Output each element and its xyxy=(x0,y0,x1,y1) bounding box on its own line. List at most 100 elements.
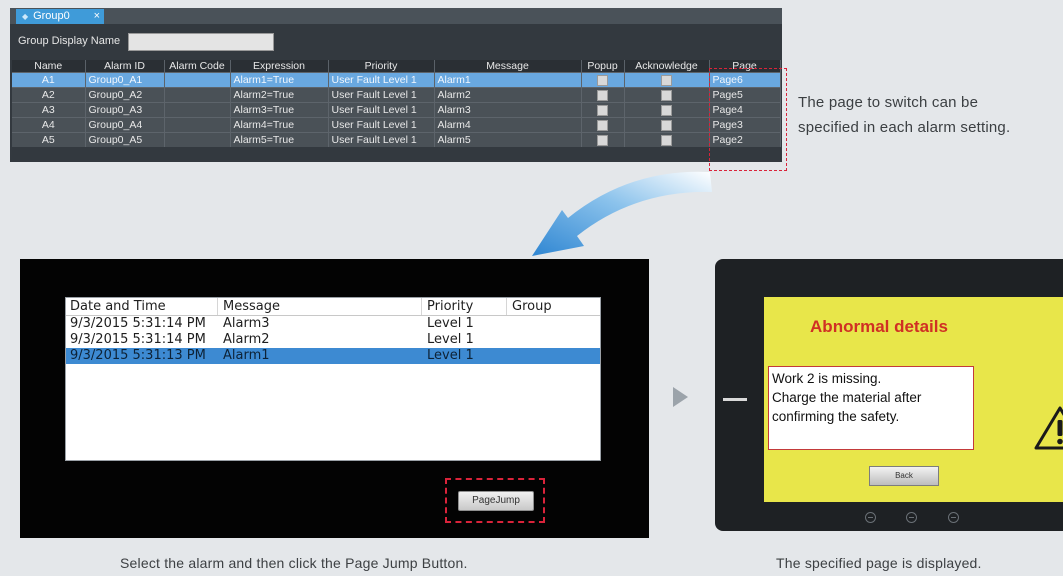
cell-popup xyxy=(581,117,625,133)
cell-message[interactable]: Alarm4 xyxy=(434,117,582,133)
acknowledge-checkbox[interactable] xyxy=(661,89,672,101)
message-line-3: confirming the safety. xyxy=(772,409,900,424)
col-priority[interactable]: Priority xyxy=(328,60,435,73)
alarm-settings-table: Name Alarm ID Alarm Code Expression Prio… xyxy=(12,60,781,147)
device-buttons xyxy=(865,510,985,528)
cell-priority[interactable]: User Fault Level 1 xyxy=(328,87,435,103)
cell-expression[interactable]: Alarm4=True xyxy=(230,117,329,133)
col-message[interactable]: Message xyxy=(434,60,582,73)
alarm-list: Date and Time Message Priority Group 9/3… xyxy=(65,297,601,461)
curved-arrow-icon xyxy=(532,171,712,256)
cell-acknowledge xyxy=(624,87,710,103)
cell-alarm-id[interactable]: Group0_A3 xyxy=(85,102,165,118)
page-jump-button[interactable]: PageJump xyxy=(458,491,534,511)
cell-message[interactable]: Alarm1 xyxy=(434,72,582,88)
cell-alarm-code[interactable] xyxy=(164,72,231,88)
cell-name[interactable]: A2 xyxy=(12,87,86,103)
acknowledge-checkbox[interactable] xyxy=(661,134,672,146)
acknowledge-checkbox[interactable] xyxy=(661,74,672,86)
col-alarm-code[interactable]: Alarm Code xyxy=(164,60,231,73)
list-item[interactable]: 9/3/2015 5:31:14 PM Alarm2 Level 1 xyxy=(66,332,600,348)
list-item[interactable]: 9/3/2015 5:31:13 PM Alarm1 Level 1 xyxy=(66,348,600,364)
cell-alarm-code[interactable] xyxy=(164,102,231,118)
popup-checkbox[interactable] xyxy=(597,134,608,146)
cell-popup xyxy=(581,72,625,88)
cell-alarm-code[interactable] xyxy=(164,87,231,103)
cell-alarm-id[interactable]: Group0_A5 xyxy=(85,132,165,147)
device-button-2[interactable] xyxy=(906,512,918,523)
page-title: Abnormal details xyxy=(810,317,948,336)
message-line-1: Work 2 is missing. xyxy=(772,371,882,386)
tab-bar: ◆ Group0 × xyxy=(10,8,782,24)
table-row[interactable]: A2 Group0_A2 Alarm2=True User Fault Leve… xyxy=(12,87,781,103)
acknowledge-checkbox[interactable] xyxy=(661,104,672,116)
hmi-device: Abnormal details Work 2 is missing. Char… xyxy=(715,259,1063,531)
col-group[interactable]: Group xyxy=(512,298,552,315)
cell-alarm-id[interactable]: Group0_A2 xyxy=(85,87,165,103)
group-display-input[interactable] xyxy=(128,33,274,51)
popup-checkbox[interactable] xyxy=(597,119,608,131)
alarm-editor-panel: ◆ Group0 × Group Display Name Name Alarm… xyxy=(10,8,782,162)
col-alarm-id[interactable]: Alarm ID xyxy=(85,60,165,73)
popup-checkbox[interactable] xyxy=(597,74,608,86)
cell-acknowledge xyxy=(624,102,710,118)
group-display-row: Group Display Name xyxy=(10,30,782,52)
cell-message[interactable]: Alarm2 xyxy=(434,87,582,103)
col-expression[interactable]: Expression xyxy=(230,60,329,73)
status-led xyxy=(723,398,747,401)
col-message[interactable]: Message xyxy=(223,298,280,315)
table-row[interactable]: A3 Group0_A3 Alarm3=True User Fault Leve… xyxy=(12,102,781,118)
cell-expression[interactable]: Alarm5=True xyxy=(230,132,329,147)
cell-popup xyxy=(581,87,625,103)
cell-acknowledge xyxy=(624,117,710,133)
cell-expression[interactable]: Alarm3=True xyxy=(230,102,329,118)
popup-checkbox[interactable] xyxy=(597,104,608,116)
cell-priority[interactable]: User Fault Level 1 xyxy=(328,72,435,88)
device-button-3[interactable] xyxy=(947,512,959,523)
abnormal-message-box: Work 2 is missing. Charge the material a… xyxy=(768,366,974,450)
col-acknowledge[interactable]: Acknowledge xyxy=(624,60,710,73)
alarm-list-header: Date and Time Message Priority Group xyxy=(66,298,600,316)
alarm-message: Alarm1 xyxy=(223,348,270,363)
cell-alarm-code[interactable] xyxy=(164,132,231,147)
cell-priority[interactable]: User Fault Level 1 xyxy=(328,132,435,147)
tab-label: Group0 xyxy=(33,10,70,22)
cell-name[interactable]: A5 xyxy=(12,132,86,147)
col-date-time[interactable]: Date and Time xyxy=(70,298,166,315)
annotation-line-2: specified in each alarm setting. xyxy=(798,119,1011,136)
cell-alarm-id[interactable]: Group0_A1 xyxy=(85,72,165,88)
col-popup[interactable]: Popup xyxy=(581,60,625,73)
table-row[interactable]: A4 Group0_A4 Alarm4=True User Fault Leve… xyxy=(12,117,781,133)
cell-expression[interactable]: Alarm2=True xyxy=(230,87,329,103)
device-screen: Abnormal details Work 2 is missing. Char… xyxy=(764,297,1063,502)
tab-group0[interactable]: ◆ Group0 × xyxy=(16,9,104,24)
cell-message[interactable]: Alarm5 xyxy=(434,132,582,147)
cell-name[interactable]: A4 xyxy=(12,117,86,133)
cell-name[interactable]: A1 xyxy=(12,72,86,88)
col-name[interactable]: Name xyxy=(12,60,86,73)
alarm-priority: Level 1 xyxy=(427,316,474,331)
cell-priority[interactable]: User Fault Level 1 xyxy=(328,117,435,133)
table-row[interactable]: A5 Group0_A5 Alarm5=True User Fault Leve… xyxy=(12,132,781,147)
cell-priority[interactable]: User Fault Level 1 xyxy=(328,102,435,118)
tab-pin-icon: ◆ xyxy=(22,12,29,21)
cell-message[interactable]: Alarm3 xyxy=(434,102,582,118)
back-button[interactable]: Back xyxy=(869,466,939,486)
table-row[interactable]: A1 Group0_A1 Alarm1=True User Fault Leve… xyxy=(12,72,781,88)
popup-checkbox[interactable] xyxy=(597,89,608,101)
cell-expression[interactable]: Alarm1=True xyxy=(230,72,329,88)
alarm-datetime: 9/3/2015 5:31:14 PM xyxy=(70,332,206,347)
list-item[interactable]: 9/3/2015 5:31:14 PM Alarm3 Level 1 xyxy=(66,316,600,332)
acknowledge-checkbox[interactable] xyxy=(661,119,672,131)
device-button-1[interactable] xyxy=(865,512,876,523)
cell-alarm-code[interactable] xyxy=(164,117,231,133)
column-divider xyxy=(421,298,422,315)
alarm-priority: Level 1 xyxy=(427,348,474,363)
cell-popup xyxy=(581,132,625,147)
tab-close-icon[interactable]: × xyxy=(94,9,100,24)
cell-name[interactable]: A3 xyxy=(12,102,86,118)
column-divider xyxy=(217,298,218,315)
col-priority[interactable]: Priority xyxy=(427,298,473,315)
cell-alarm-id[interactable]: Group0_A4 xyxy=(85,117,165,133)
column-divider xyxy=(506,298,507,315)
